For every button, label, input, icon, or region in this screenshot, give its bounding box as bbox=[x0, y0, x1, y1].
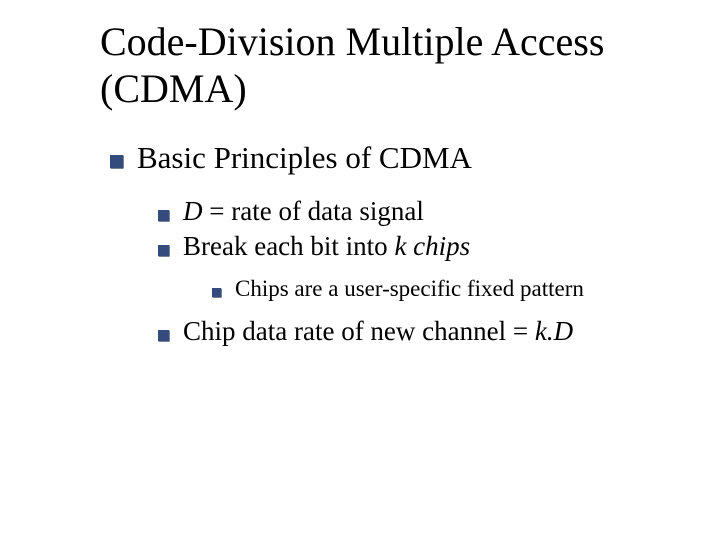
slide-title: Code-Division Multiple Access (CDMA) bbox=[100, 18, 660, 112]
bullet-level1: Basic Principles of CDMA bbox=[110, 140, 660, 176]
bullet-level3-text: Chips are a user-specific fixed pattern bbox=[235, 276, 660, 302]
text-fragment: Chip data rate of new channel = bbox=[183, 316, 535, 346]
bullet-level2: Chip data rate of new channel = k.D bbox=[158, 316, 660, 347]
slide: Code-Division Multiple Access (CDMA) Bas… bbox=[0, 0, 720, 540]
italic-variable: k chips bbox=[394, 231, 470, 261]
square-bullet-icon bbox=[110, 155, 123, 168]
bullet-level2-text: D = rate of data signal bbox=[183, 196, 660, 227]
italic-variable: D bbox=[183, 196, 203, 226]
square-bullet-icon bbox=[158, 330, 169, 341]
text-fragment: = rate of data signal bbox=[203, 196, 424, 226]
italic-variable: k.D bbox=[535, 316, 573, 346]
square-bullet-icon bbox=[212, 288, 221, 297]
bullet-level2: D = rate of data signal bbox=[158, 196, 660, 227]
bullet-level2: Break each bit into k chips bbox=[158, 231, 660, 262]
bullet-level2-text: Break each bit into k chips bbox=[183, 231, 660, 262]
bullet-level3: Chips are a user-specific fixed pattern bbox=[212, 276, 660, 302]
bullet-level2-text: Chip data rate of new channel = k.D bbox=[183, 316, 660, 347]
bullet-level1-text: Basic Principles of CDMA bbox=[137, 140, 660, 176]
text-fragment: Break each bit into bbox=[183, 231, 394, 261]
square-bullet-icon bbox=[158, 210, 169, 221]
square-bullet-icon bbox=[158, 245, 169, 256]
